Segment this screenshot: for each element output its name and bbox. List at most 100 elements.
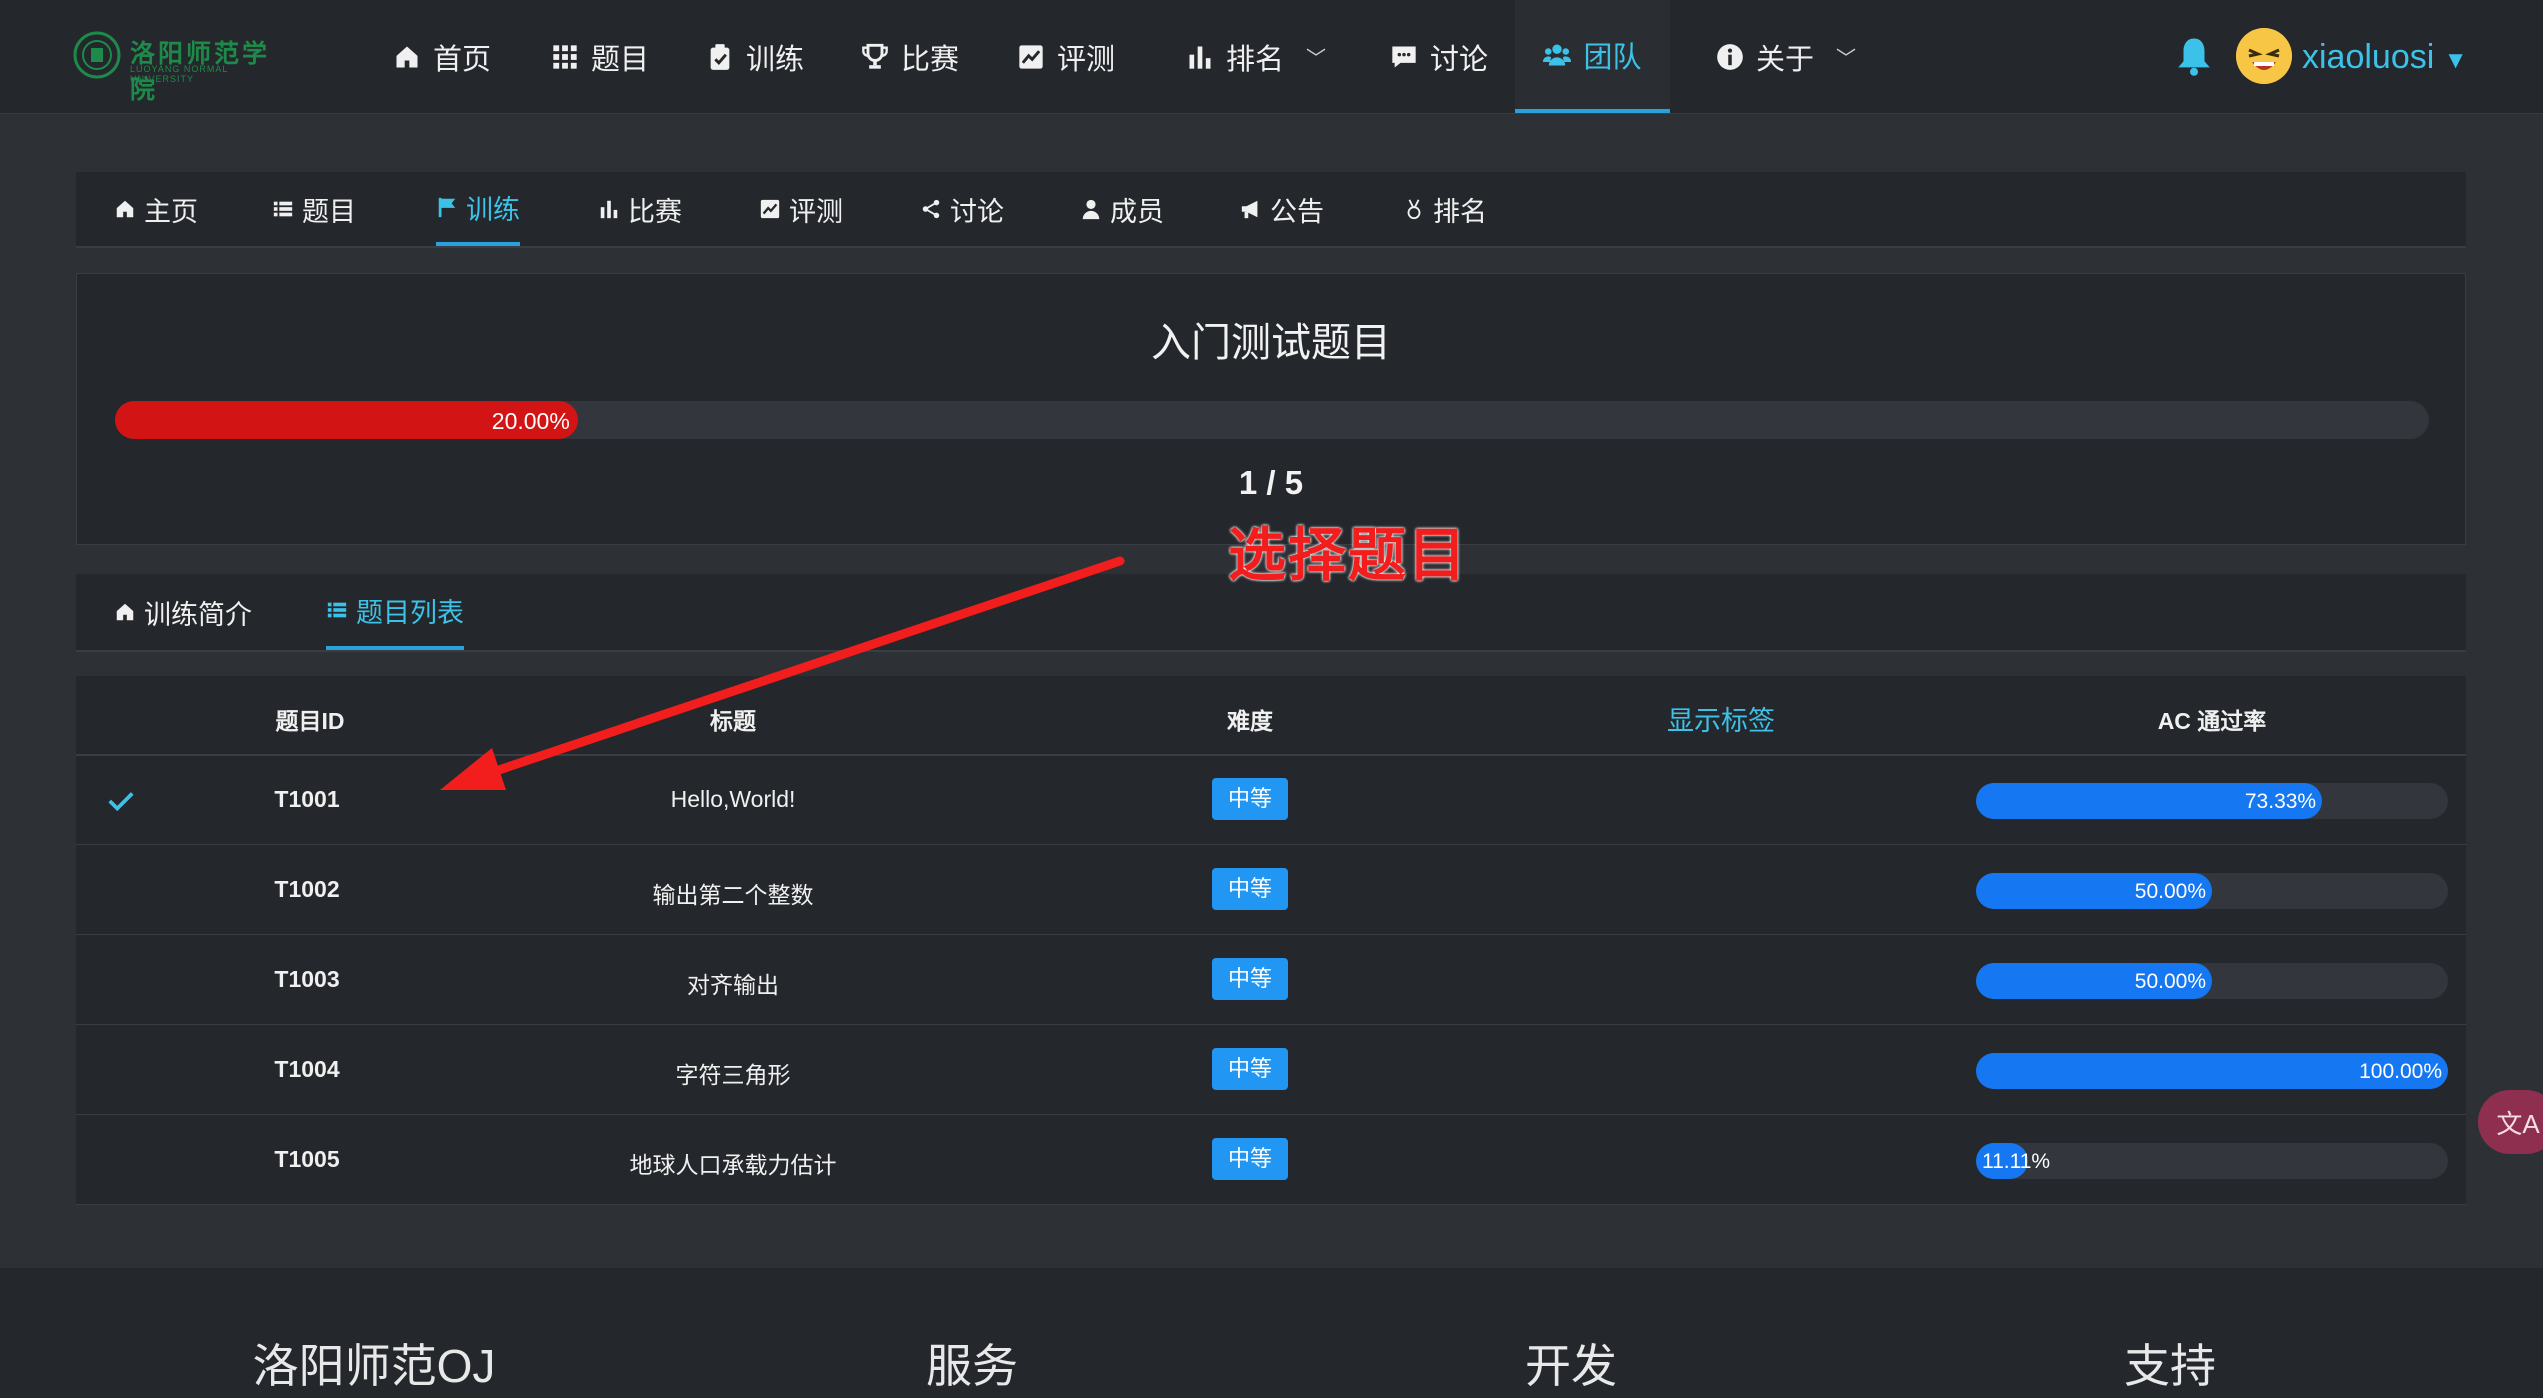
subnav-announcements-label: 公告 xyxy=(1270,196,1324,227)
university-logo[interactable]: 洛阳师范学院 LUOYANG NORMAL UNIVERSITY xyxy=(72,30,282,104)
avatar[interactable] xyxy=(2236,28,2292,84)
difficulty-badge: 中等 xyxy=(1212,1138,1288,1180)
bar-chart-icon xyxy=(1189,46,1211,69)
subnav-discussion-label: 讨论 xyxy=(950,196,1004,227)
tab-problem-list-label: 题目列表 xyxy=(356,597,464,628)
chart-line-icon xyxy=(760,199,780,219)
subnav-contests[interactable]: 比赛 xyxy=(598,172,682,246)
header-difficulty[interactable]: 难度 xyxy=(1227,702,1273,736)
user-icon xyxy=(1082,199,1100,220)
top-navbar: 洛阳师范学院 LUOYANG NORMAL UNIVERSITY 首页 题目 训… xyxy=(0,0,2543,114)
tab-problem-list[interactable]: 题目列表 xyxy=(326,574,464,650)
table-row[interactable]: T1001 Hello,World! 中等 73.33% xyxy=(76,756,2466,845)
username: xiaoluosi xyxy=(2302,38,2435,76)
subnav-training[interactable]: 训练 xyxy=(436,172,520,246)
nav-discussion-label: 讨论 xyxy=(1430,43,1489,76)
subnav-contests-label: 比赛 xyxy=(628,196,682,227)
subnav-rank[interactable]: 排名 xyxy=(1403,172,1487,246)
nav-rank-label: 排名 xyxy=(1226,43,1285,76)
table-row[interactable]: T1003 对齐输出 中等 50.00% xyxy=(76,936,2466,1025)
header-problem-id[interactable]: 题目ID xyxy=(276,702,345,736)
nav-discussion[interactable]: 讨论 xyxy=(1390,0,1488,113)
list-icon xyxy=(327,602,347,618)
nav-about[interactable]: 关于 ﹀ xyxy=(1716,0,1856,113)
training-progress-fill: 20.00% xyxy=(115,401,578,439)
subnav-home[interactable]: 主页 xyxy=(114,172,198,246)
nav-status[interactable]: 评测 xyxy=(1017,0,1115,113)
difficulty-badge: 中等 xyxy=(1212,958,1288,1000)
problem-title-link[interactable]: 地球人口承载力估计 xyxy=(630,1146,837,1180)
subnav-discussion[interactable]: 讨论 xyxy=(920,172,1004,246)
problem-id[interactable]: T1005 xyxy=(274,1146,339,1173)
comment-icon xyxy=(1392,46,1416,67)
tab-training-intro-label: 训练简介 xyxy=(144,599,252,630)
medal-icon xyxy=(1407,199,1421,220)
footer-col-oj: 洛阳师范OJ xyxy=(252,1340,496,1392)
translate-icon: ⽂A xyxy=(2496,1108,2540,1139)
subnav-problems[interactable]: 题目 xyxy=(272,172,356,246)
difficulty-badge: 中等 xyxy=(1212,1048,1288,1090)
nav-training[interactable]: 训练 xyxy=(706,0,804,113)
ac-rate-bar: 50.00% xyxy=(1976,873,2448,909)
caret-down-icon: ▼ xyxy=(2443,47,2468,74)
ac-rate-label: 73.33% xyxy=(2244,790,2317,813)
problem-id[interactable]: T1003 xyxy=(274,966,339,993)
problem-id[interactable]: T1004 xyxy=(274,1056,339,1083)
tab-training-intro[interactable]: 训练简介 xyxy=(114,574,252,650)
footer: 洛阳师范OJ 服务 开发 支持 xyxy=(0,1268,2543,1398)
subnav-status[interactable]: 评测 xyxy=(759,172,843,246)
problem-title-link[interactable]: 字符三角形 xyxy=(676,1056,791,1090)
table-row[interactable]: T1005 地球人口承载力估计 中等 11.11% xyxy=(76,1116,2466,1205)
info-icon xyxy=(1717,43,1743,70)
nav-status-label: 评测 xyxy=(1057,43,1116,76)
subnav-members[interactable]: 成员 xyxy=(1080,172,1164,246)
users-icon xyxy=(1543,44,1572,65)
nav-contests[interactable]: 比赛 xyxy=(861,0,959,113)
nav-home-label: 首页 xyxy=(433,43,492,76)
ac-rate-label: 11.11% xyxy=(1982,1150,2051,1173)
seal-icon xyxy=(73,31,121,79)
list-icon xyxy=(273,201,293,217)
problem-id[interactable]: T1002 xyxy=(274,876,339,903)
logo-subtitle: LUOYANG NORMAL UNIVERSITY xyxy=(130,64,229,84)
solved-count: 1 / 5 xyxy=(1238,464,1304,501)
subnav-status-label: 评测 xyxy=(789,196,843,227)
nav-problems-label: 题目 xyxy=(591,43,650,76)
show-tags-toggle[interactable]: 显示标签 xyxy=(1667,699,1775,738)
home-icon xyxy=(116,200,134,218)
header-ac-rate[interactable]: AC 通过率 xyxy=(2158,702,2267,736)
problem-title-link[interactable]: 输出第二个整数 xyxy=(653,876,814,910)
flag-icon xyxy=(438,197,456,218)
ac-rate-bar: 50.00% xyxy=(1976,963,2448,999)
training-progress-bar: 20.00% xyxy=(115,401,2429,439)
ac-rate-label: 50.00% xyxy=(2134,970,2206,993)
check-icon xyxy=(108,792,134,812)
difficulty-badge: 中等 xyxy=(1212,868,1288,910)
subnav-announcements[interactable]: 公告 xyxy=(1240,172,1324,246)
ac-rate-bar: 11.11% xyxy=(1976,1143,2448,1179)
ac-rate-label: 50.00% xyxy=(2134,880,2206,903)
table-row[interactable]: T1002 输出第二个整数 中等 50.00% xyxy=(76,846,2466,935)
trophy-icon xyxy=(862,43,888,69)
username-dropdown[interactable]: xiaoluosi ▼ xyxy=(2302,38,2468,77)
home-icon xyxy=(116,603,134,621)
nav-rank[interactable]: 排名 ﹀ xyxy=(1186,0,1326,113)
chart-line-icon xyxy=(1019,44,1043,69)
bullhorn-icon xyxy=(1241,200,1258,219)
ac-rate-label: 100.00% xyxy=(2359,1060,2442,1083)
problem-id[interactable]: T1001 xyxy=(274,786,339,813)
subnav-rank-label: 排名 xyxy=(1433,196,1487,227)
nav-home[interactable]: 首页 xyxy=(393,0,491,113)
nav-training-label: 训练 xyxy=(746,43,805,76)
table-row[interactable]: T1004 字符三角形 中等 100.00% xyxy=(76,1026,2466,1115)
translate-button[interactable]: ⽂A xyxy=(2478,1090,2543,1154)
footer-col-support: 支持 xyxy=(2124,1340,2216,1392)
bell-icon[interactable] xyxy=(2173,34,2215,78)
subnav-home-label: 主页 xyxy=(144,196,198,227)
nav-problems[interactable]: 题目 xyxy=(551,0,649,113)
problem-title-link[interactable]: 对齐输出 xyxy=(687,966,779,1000)
clipboard-check-icon xyxy=(710,43,730,70)
problem-title-link[interactable]: Hello,World! xyxy=(671,786,796,813)
header-title[interactable]: 标题 xyxy=(710,702,756,736)
nav-team[interactable]: 团队 xyxy=(1515,0,1670,113)
